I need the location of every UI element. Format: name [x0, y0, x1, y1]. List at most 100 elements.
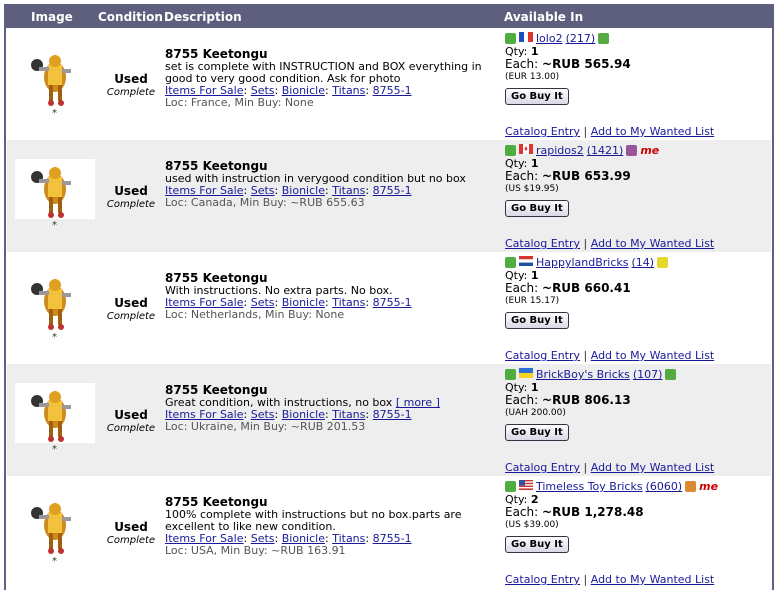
listing-row: * Used Complete 8755 Keetongu Great conditi…: [7, 364, 771, 476]
listing-row: * Used Complete 8755 Keetongu 100% complete …: [7, 476, 771, 587]
cat-sep: :: [365, 84, 370, 97]
condition-cell: Used Complete: [101, 184, 161, 210]
price-line: Each: ~RUB 660.41: [505, 282, 769, 295]
feedback-link[interactable]: (107): [633, 368, 663, 381]
each-label: Each:: [505, 505, 539, 519]
thumb-star: *: [52, 332, 57, 343]
go-buy-button[interactable]: Go Buy It: [505, 88, 569, 105]
seller-line: BrickBoy's Bricks (107): [505, 368, 769, 381]
go-buy-button[interactable]: Go Buy It: [505, 536, 569, 553]
price-value: ~RUB 653.99: [542, 169, 631, 183]
set-thumbnail[interactable]: [15, 271, 95, 331]
link-separator: |: [583, 237, 588, 250]
seller-line: Timeless Toy Bricks (6060) me: [505, 480, 769, 493]
item-number-link[interactable]: 8755-1: [373, 296, 412, 309]
cat-sep: :: [324, 84, 329, 97]
price-value: ~RUB 1,278.48: [542, 505, 644, 519]
item-number-link[interactable]: 8755-1: [373, 184, 412, 197]
seller-link[interactable]: lolo2: [536, 32, 563, 45]
available-cell: HappylandBricks (14) Qty: 1 Each: ~RUB 660.…: [505, 256, 769, 329]
seller-badge-icon: [626, 145, 638, 156]
go-buy-button[interactable]: Go Buy It: [505, 424, 569, 441]
location-info: Loc: Canada, Min Buy: ~RUB 655.63: [165, 196, 365, 209]
original-price: (US $19.95): [505, 184, 559, 194]
catalog-entry-link[interactable]: Catalog Entry: [505, 573, 580, 586]
condition-label: Used: [114, 184, 148, 198]
description-cell: 8755 Keetongu 100% complete with instruct…: [165, 496, 495, 557]
seller-badge-icon: [665, 369, 677, 380]
set-thumbnail[interactable]: [15, 159, 95, 219]
each-label: Each:: [505, 169, 539, 183]
seller-link[interactable]: Timeless Toy Bricks: [536, 480, 643, 493]
available-cell: rapidos2 (1421) me Qty: 1 Each: ~RUB 653.99(…: [505, 144, 769, 217]
seller-line: lolo2 (217): [505, 32, 769, 45]
original-price: (EUR 13.00): [505, 72, 560, 82]
set-thumbnail[interactable]: [15, 47, 95, 107]
condition-cell: Used Complete: [101, 72, 161, 98]
catalog-entry-link[interactable]: Catalog Entry: [505, 461, 580, 474]
add-to-wanted-list-link[interactable]: Add to My Wanted List: [591, 461, 715, 474]
catalog-entry-link[interactable]: Catalog Entry: [505, 125, 580, 138]
row-links: Catalog Entry | Add to My Wanted List: [505, 237, 714, 250]
feedback-link[interactable]: (217): [566, 32, 596, 45]
catalog-entry-link[interactable]: Catalog Entry: [505, 349, 580, 362]
seller-link[interactable]: HappylandBricks: [536, 256, 629, 269]
seller-link[interactable]: rapidos2: [536, 144, 584, 157]
description-cell: 8755 Keetongu used with instruction in ve…: [165, 160, 495, 209]
listing-row: * Used Complete 8755 Keetongu used with inst…: [7, 140, 771, 252]
item-number-link[interactable]: 8755-1: [373, 408, 412, 421]
set-thumbnail[interactable]: [15, 495, 95, 555]
thumb-star: *: [52, 220, 57, 231]
col-description-header: Description: [164, 10, 242, 24]
link-separator: |: [583, 461, 588, 474]
add-to-wanted-list-link[interactable]: Add to My Wanted List: [591, 573, 715, 586]
item-title: 8755 Keetongu: [165, 47, 268, 61]
col-available-header: Available In: [504, 10, 584, 24]
link-separator: |: [583, 573, 588, 586]
feedback-link[interactable]: (14): [632, 256, 655, 269]
results-table: Image Condition Description Available In…: [4, 4, 774, 590]
listing-row: * Used Complete 8755 Keetongu set is complet…: [7, 28, 771, 140]
item-description-text: 100% complete with instructions but no b…: [165, 508, 462, 533]
price-value: ~RUB 806.13: [542, 393, 631, 407]
row-links: Catalog Entry | Add to My Wanted List: [505, 125, 714, 138]
condition-cell: Used Complete: [101, 408, 161, 434]
description-cell: 8755 Keetongu set is complete with INSTRU…: [165, 48, 495, 109]
seller-badge-icon: [685, 481, 697, 492]
completeness-label: Complete: [106, 423, 156, 434]
item-description-text: set is complete with INSTRUCTION and BOX…: [165, 60, 482, 85]
condition-label: Used: [114, 296, 148, 310]
cat-titans-link[interactable]: Titans: [332, 84, 365, 97]
country-flag-icon: [519, 256, 533, 269]
each-label: Each:: [505, 57, 539, 71]
condition-cell: Used Complete: [101, 296, 161, 322]
add-to-wanted-list-link[interactable]: Add to My Wanted List: [591, 237, 715, 250]
store-cube-icon: [505, 481, 516, 492]
price-line: Each: ~RUB 806.13: [505, 394, 769, 407]
available-cell: Timeless Toy Bricks (6060) me Qty: 2 Each: ~…: [505, 480, 769, 553]
feedback-link[interactable]: (1421): [587, 144, 624, 157]
set-thumbnail[interactable]: [15, 383, 95, 443]
item-number-link[interactable]: 8755-1: [373, 532, 412, 545]
original-price: (UAH 200.00): [505, 408, 566, 418]
add-to-wanted-list-link[interactable]: Add to My Wanted List: [591, 125, 715, 138]
location-info: Loc: Ukraine, Min Buy: ~RUB 201.53: [165, 420, 366, 433]
completeness-label: Complete: [106, 87, 156, 98]
go-buy-button[interactable]: Go Buy It: [505, 312, 569, 329]
item-number-link[interactable]: 8755-1: [373, 84, 412, 97]
add-to-wanted-list-link[interactable]: Add to My Wanted List: [591, 349, 715, 362]
seller-link[interactable]: BrickBoy's Bricks: [536, 368, 630, 381]
description-cell: 8755 Keetongu Great condition, with inst…: [165, 384, 495, 433]
thumb-star: *: [52, 444, 57, 455]
feedback-link[interactable]: (6060): [646, 480, 683, 493]
item-title: 8755 Keetongu: [165, 495, 268, 509]
each-label: Each:: [505, 393, 539, 407]
available-cell: lolo2 (217) Qty: 1 Each: ~RUB 565.94 (EUR 13…: [505, 32, 769, 105]
cat-sep: :: [365, 532, 370, 545]
cat-sep: :: [365, 184, 370, 197]
catalog-entry-link[interactable]: Catalog Entry: [505, 237, 580, 250]
store-cube-icon: [505, 145, 516, 156]
cat-sep: :: [365, 296, 370, 309]
go-buy-button[interactable]: Go Buy It: [505, 200, 569, 217]
completeness-label: Complete: [106, 311, 156, 322]
